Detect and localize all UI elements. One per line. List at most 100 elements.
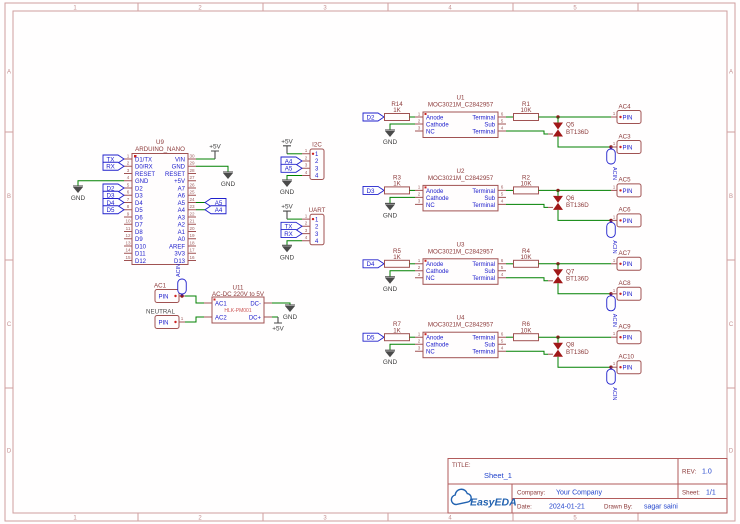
net-flag-label[interactable]: A4 [215,207,223,214]
resistor-body[interactable] [513,113,539,121]
opto-triac-channel[interactable]: D3 R3 1K U2 MOC3021M_C2842957 1 2 3 Anod… [362,168,642,255]
wire[interactable] [506,203,548,208]
triac-symbol[interactable] [553,195,563,203]
wire[interactable] [185,295,204,304]
wire[interactable] [196,165,229,172]
pin-name: +5V [174,179,185,185]
wire[interactable] [389,270,415,277]
opto-triac-channel[interactable]: D5 R7 1K U4 MOC3021M_C2842957 1 2 3 Anod… [362,315,642,401]
component-arduino-u9[interactable]: U9 ARDUINO_NANO 1 D1/TX 2 D0/RX 3 RESET … [70,139,237,265]
sheet-value[interactable]: 1/1 [706,490,716,497]
net-flag-label[interactable]: A5 [285,166,293,173]
header-connectors[interactable]: I2C 1 2 3 4 1 2 3 4 A4 A5 UART 1 2 3 4 1… [279,137,326,262]
net-flag-label[interactable]: D4 [367,261,375,268]
pin-number: 6 [501,258,504,263]
wire[interactable] [389,343,415,351]
pin-number: 5 [501,118,504,123]
pin-number: 3 [305,163,308,168]
triac-symbol[interactable] [553,342,563,350]
schematic-sheet[interactable]: GND +5V +5V 1 PIN 1 PIN [0,0,740,524]
opto-name: MOC3021M_C2842957 [428,322,494,329]
pin-name: Terminal [472,115,495,121]
wire[interactable] [286,175,302,181]
triac-symbol[interactable] [553,202,563,210]
resistor-body[interactable] [513,259,539,268]
net-flag-label[interactable]: D3 [367,188,375,195]
wire[interactable] [389,196,415,204]
triac-symbol[interactable] [553,122,563,130]
header-connector[interactable]: UART 1 2 3 4 1 2 3 4 TX RX [279,203,326,262]
pin-number: 4 [127,175,130,180]
pin-name: Anode [426,115,444,121]
net-flag-label[interactable]: D5 [107,207,115,214]
wire[interactable] [557,283,611,295]
pin-name: D9 [135,237,143,243]
rev-value[interactable]: 1.0 [702,469,712,476]
pin-number: 5 [501,265,504,270]
resistor-body[interactable] [384,186,410,195]
wire[interactable] [389,123,415,130]
pin-name: Cathode [426,269,449,275]
wire[interactable] [185,316,204,323]
header-label: I2C [312,142,322,149]
net-flag-label[interactable]: D5 [367,335,375,342]
pin-name: A1 [178,230,186,236]
wire[interactable] [506,277,548,282]
pin-number: 1 [418,258,421,263]
pin-number: 3 [305,228,308,233]
wire[interactable] [286,240,302,246]
frame-row-label: A [7,70,11,76]
pin1-marker [213,298,216,301]
resistor-value: 1K [393,107,401,114]
drawn-by-value[interactable]: sagar saini [644,504,678,511]
pin-number: 1 [305,148,308,153]
triac-symbol[interactable] [553,269,563,277]
pin1-marker [311,152,315,155]
triac-symbol[interactable] [553,349,563,357]
sheet-label: Sheet: [682,490,700,497]
triac-symbol[interactable] [553,129,563,137]
wire[interactable] [506,130,548,135]
resistor-body[interactable] [513,333,539,342]
net-flag-label[interactable]: RX [106,164,115,171]
pin-name: Cathode [426,343,449,349]
date-value[interactable]: 2024-01-21 [549,504,585,511]
net-flag-label[interactable]: RX [284,231,293,238]
component-psu-u11[interactable]: AC1 NEUTRAL U11 AC-DC 220V to 5V HLK-PM0… [146,263,299,334]
pin-name: D4 [135,201,143,207]
header-connector[interactable]: I2C 1 2 3 4 1 2 3 4 A4 A5 [279,137,325,197]
pin-number: 10 [125,219,131,224]
title-block[interactable]: TITLE: Sheet_1 REV: 1.0 EasyEDA Company:… [447,458,728,514]
pin-number: 13 [125,240,131,245]
rev-label: REV: [682,469,696,476]
pin-number: 1 [305,213,308,218]
wire[interactable] [557,209,611,221]
pin-name: Sub [484,343,495,349]
net-flag-label[interactable]: D2 [367,114,375,121]
wire[interactable] [557,136,611,148]
opto-triac-channels[interactable]: D2 R14 1K U1 MOC3021M_C2842957 1 2 3 Ano… [362,95,642,401]
resistor-body[interactable] [384,259,410,268]
company-value[interactable]: Your Company [556,490,603,497]
opto-triac-channel[interactable]: D2 R14 1K U1 MOC3021M_C2842957 1 2 3 Ano… [362,95,642,181]
frame-row-label: B [729,194,733,200]
schematic-editor-canvas[interactable]: GND +5V +5V 1 PIN 1 PIN [0,0,740,524]
pin-number: 15 [125,255,131,260]
opto-triac-channel[interactable]: D4 R5 1K U3 MOC3021M_C2842957 1 2 3 Anod… [362,241,642,328]
connector-ref: AC8 [619,280,632,287]
wire[interactable] [506,350,548,355]
pin-number: 30 [189,153,195,158]
pin-name: GND [135,179,149,185]
pin-number: 7 [127,197,130,202]
pin-number: 6 [501,111,504,116]
resistor-body[interactable] [513,186,539,195]
triac-symbol[interactable] [553,276,563,284]
resistor-body[interactable] [384,113,410,121]
pin-number: 6 [501,185,504,190]
sheet-title[interactable]: Sheet_1 [484,471,512,480]
pin-name: 3V3 [174,252,185,258]
pin-name: Terminal [472,350,495,356]
wire[interactable] [557,356,611,368]
resistor-body[interactable] [384,333,410,342]
pin-number: 2 [418,339,421,344]
